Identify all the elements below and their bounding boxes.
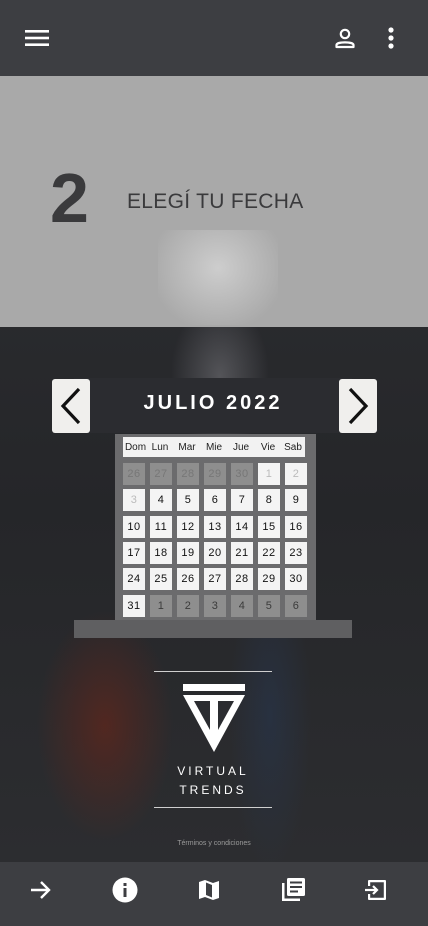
calendar-day[interactable]: 22 [258,542,280,564]
calendar-day[interactable]: 28 [177,463,199,485]
brand-name-line1: VIRTUAL [177,764,249,778]
calendar-day[interactable]: 13 [204,516,226,538]
calendar-day[interactable]: 6 [204,489,226,511]
calendar-day[interactable]: 27 [204,568,226,590]
calendar-day[interactable]: 8 [258,489,280,511]
calendar-day[interactable]: 21 [231,542,253,564]
calendar-footer [74,620,352,638]
step-title: ELEGÍ TU FECHA [127,190,304,213]
calendar-day[interactable]: 17 [123,542,145,564]
calendar-day[interactable]: 28 [231,568,253,590]
calendar-day[interactable]: 26 [177,568,199,590]
prev-month-button[interactable] [52,379,90,433]
calendar-day[interactable]: 3 [204,595,226,617]
calendar-day[interactable]: 9 [285,489,307,511]
calendar-day[interactable]: 10 [123,516,145,538]
calendar-day[interactable]: 11 [150,516,172,538]
model-figure-image [158,230,278,325]
calendar-day[interactable]: 1 [258,463,280,485]
weekday-label: Mie [200,437,228,457]
calendar-day[interactable]: 7 [231,489,253,511]
calendar-day[interactable]: 2 [177,595,199,617]
calendar-day[interactable]: 26 [123,463,145,485]
calendar-day[interactable]: 30 [231,463,253,485]
calendar-day[interactable]: 2 [285,463,307,485]
calendar-day[interactable]: 29 [204,463,226,485]
calendar-day[interactable]: 4 [231,595,253,617]
calendar-day[interactable]: 19 [177,542,199,564]
step-number: 2 [50,159,89,237]
exit-to-app-icon[interactable] [359,874,393,906]
chevron-left-icon [60,387,81,425]
calendar-day[interactable]: 31 [123,595,145,617]
calendar-day[interactable]: 3 [123,489,145,511]
more-vert-icon[interactable] [378,22,404,54]
calendar-day[interactable]: 5 [258,595,280,617]
calendar-day[interactable]: 18 [150,542,172,564]
account-icon[interactable] [328,22,362,54]
next-month-button[interactable] [339,379,377,433]
virtual-trends-logo-icon [183,684,245,754]
calendar-day[interactable]: 30 [285,568,307,590]
chevron-right-icon [348,387,369,425]
calendar-day[interactable]: 14 [231,516,253,538]
weekday-label: Jue [227,437,255,457]
info-icon[interactable] [108,874,142,906]
calendar-day[interactable]: 1 [150,595,172,617]
calendar-day[interactable]: 15 [258,516,280,538]
calendar-day[interactable]: 27 [150,463,172,485]
calendar-day[interactable]: 25 [150,568,172,590]
calendar-day[interactable]: 5 [177,489,199,511]
weekday-label: Dom [123,437,148,457]
terms-link[interactable]: Términos y condiciones [0,840,428,847]
weekday-label: Vie [254,437,282,457]
logo-divider-bottom [154,807,272,808]
calendar-day[interactable]: 29 [258,568,280,590]
calendar-day[interactable]: 6 [285,595,307,617]
calendar-month-label: JULIO 2022 [143,392,283,414]
calendar-day[interactable]: 4 [150,489,172,511]
brand-name-line2: TRENDS [179,783,247,797]
library-books-icon[interactable] [276,874,310,906]
calendar-day[interactable]: 23 [285,542,307,564]
menu-icon[interactable] [19,22,55,54]
arrow-forward-icon[interactable] [24,874,58,906]
calendar-day[interactable]: 12 [177,516,199,538]
calendar-day[interactable]: 20 [204,542,226,564]
weekday-label: Mar [173,437,201,457]
top-app-bar [0,0,428,76]
map-icon[interactable] [192,874,226,906]
calendar-day[interactable]: 16 [285,516,307,538]
logo-divider-top [154,671,272,672]
weekday-label: Lun [146,437,174,457]
weekday-label: Sab [281,437,305,457]
calendar-day[interactable]: 24 [123,568,145,590]
